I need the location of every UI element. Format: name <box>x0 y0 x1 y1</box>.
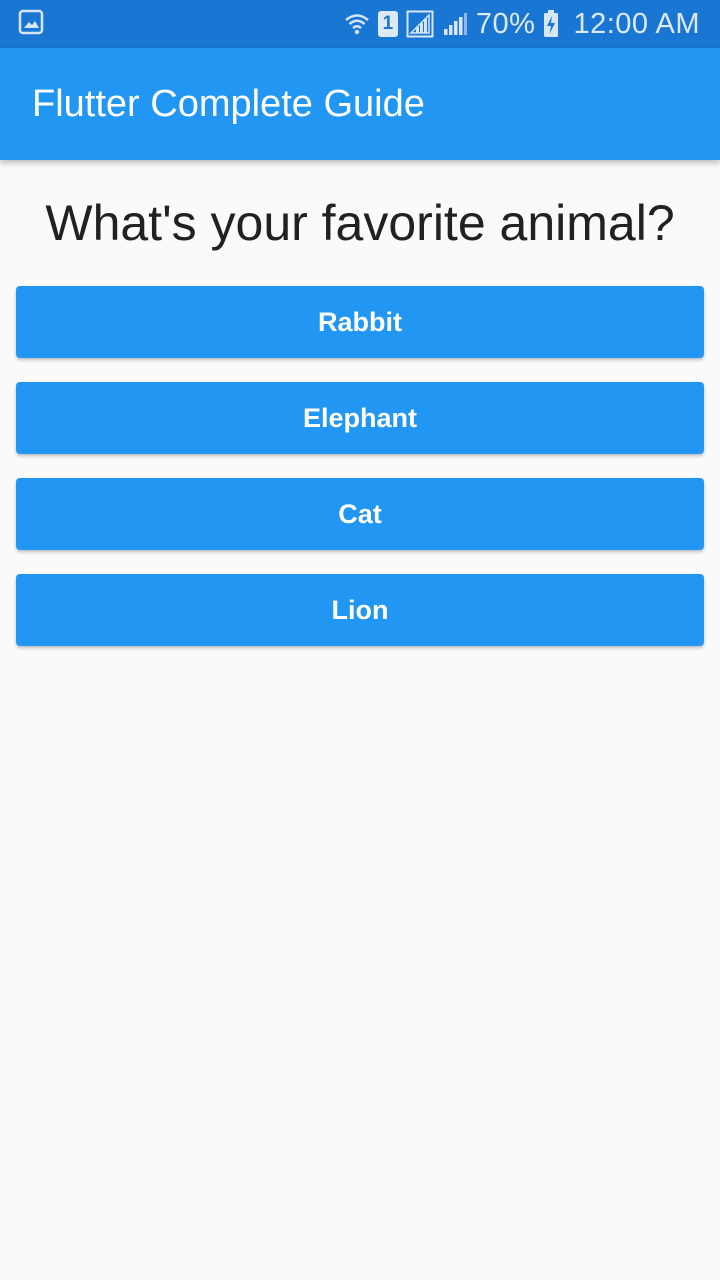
app-title: Flutter Complete Guide <box>32 82 425 125</box>
sim-1-icon: 1 <box>377 11 398 37</box>
status-left <box>18 9 44 40</box>
status-bar: 1 70% 12:00 AM <box>0 0 720 48</box>
signal-icon <box>406 10 434 38</box>
gallery-icon <box>18 9 44 40</box>
answer-list: Rabbit Elephant Cat Lion <box>16 286 704 670</box>
question-text: What's your favorite animal? <box>45 195 675 251</box>
app-bar: Flutter Complete Guide <box>0 48 720 160</box>
status-right: 1 70% 12:00 AM <box>344 8 700 41</box>
answer-button-rabbit[interactable]: Rabbit <box>16 286 704 358</box>
battery-percent: 70% <box>475 7 536 40</box>
answer-button-elephant[interactable]: Elephant <box>16 382 704 454</box>
wifi-icon <box>344 11 370 37</box>
answer-button-lion[interactable]: Lion <box>16 574 704 646</box>
signal-icon <box>442 11 468 37</box>
battery-charging-icon <box>543 10 559 38</box>
answer-button-cat[interactable]: Cat <box>16 478 704 550</box>
clock: 12:00 AM <box>573 7 700 40</box>
